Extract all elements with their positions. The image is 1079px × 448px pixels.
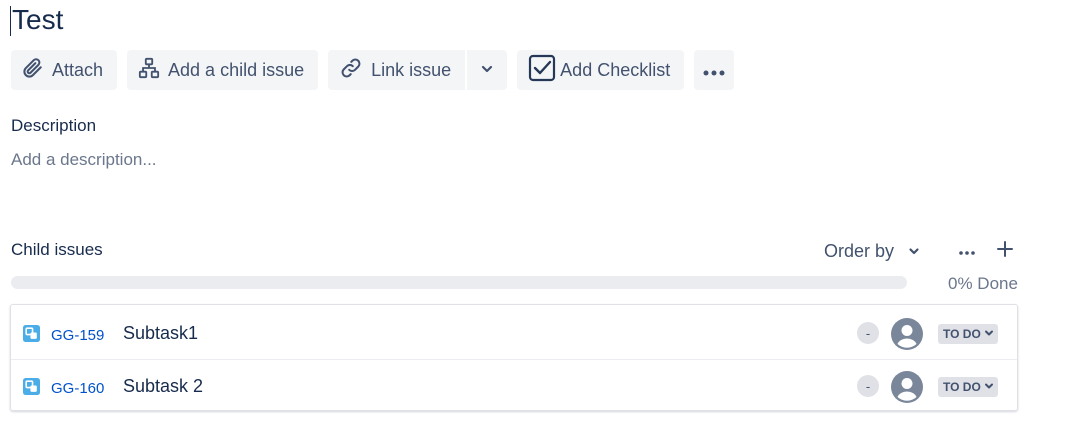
child-issues-heading: Child issues bbox=[11, 240, 103, 259]
priority-indicator[interactable]: - bbox=[857, 322, 879, 344]
issue-key-link[interactable]: GG-160 bbox=[51, 380, 104, 397]
child-issues-progress-bar bbox=[11, 276, 907, 289]
attach-button[interactable]: Attach bbox=[11, 50, 118, 90]
list-item[interactable]: GG-160 Subtask 2 - TO DO bbox=[11, 359, 1017, 412]
status-label: TO DO bbox=[943, 380, 981, 394]
link-issue-dropdown-button[interactable] bbox=[467, 50, 507, 90]
more-actions-button[interactable] bbox=[694, 50, 735, 90]
link-issue-label: Link issue bbox=[371, 59, 452, 80]
paperclip-icon bbox=[22, 57, 44, 84]
subtask-icon bbox=[23, 378, 40, 400]
chevron-down-icon bbox=[894, 241, 920, 262]
issue-title[interactable]: Test bbox=[12, 3, 63, 37]
progress-done-text: 0% Done bbox=[948, 274, 1018, 293]
order-by-button[interactable]: Order by bbox=[814, 236, 930, 266]
add-child-issue-button[interactable]: Add a child issue bbox=[127, 50, 319, 90]
text-cursor bbox=[10, 6, 11, 36]
status-dropdown[interactable]: TO DO bbox=[938, 324, 998, 344]
status-label: TO DO bbox=[943, 327, 981, 341]
add-checklist-button[interactable]: Add Checklist bbox=[517, 50, 685, 90]
add-child-issue-label: Add a child issue bbox=[168, 59, 305, 80]
status-dropdown[interactable]: TO DO bbox=[938, 377, 998, 397]
order-by-label: Order by bbox=[824, 240, 895, 261]
hierarchy-icon bbox=[138, 57, 160, 84]
attach-label: Attach bbox=[52, 59, 104, 80]
add-checklist-label: Add Checklist bbox=[560, 59, 671, 80]
issue-summary[interactable]: Subtask1 bbox=[123, 323, 198, 344]
priority-indicator[interactable]: - bbox=[857, 375, 879, 397]
chevron-down-icon bbox=[480, 60, 494, 81]
chevron-down-icon bbox=[981, 327, 994, 341]
issue-key-link[interactable]: GG-159 bbox=[51, 327, 104, 344]
more-icon bbox=[959, 242, 975, 260]
link-issue-split-button: Link issue bbox=[328, 50, 508, 90]
subtask-icon bbox=[23, 325, 40, 347]
description-heading: Description bbox=[11, 116, 97, 135]
link-issue-button[interactable]: Link issue bbox=[328, 50, 465, 90]
list-item[interactable]: GG-159 Subtask1 - TO DO bbox=[11, 307, 1017, 359]
description-field[interactable]: Add a description... bbox=[11, 150, 157, 170]
assignee-avatar-icon[interactable] bbox=[891, 371, 923, 403]
checkbox-icon bbox=[528, 54, 556, 87]
child-issues-list: GG-159 Subtask1 - TO DO GG-160 Subtask 2… bbox=[10, 304, 1018, 411]
more-icon bbox=[703, 60, 725, 81]
issue-toolbar: Attach Add a child issue Link issue Add … bbox=[11, 50, 735, 90]
plus-icon bbox=[997, 240, 1013, 262]
issue-summary[interactable]: Subtask 2 bbox=[123, 376, 203, 397]
assignee-avatar-icon[interactable] bbox=[891, 318, 923, 350]
chevron-down-icon bbox=[981, 380, 994, 394]
child-issues-more-button[interactable] bbox=[952, 236, 982, 266]
link-icon bbox=[339, 57, 363, 84]
create-child-issue-button[interactable] bbox=[990, 236, 1020, 266]
